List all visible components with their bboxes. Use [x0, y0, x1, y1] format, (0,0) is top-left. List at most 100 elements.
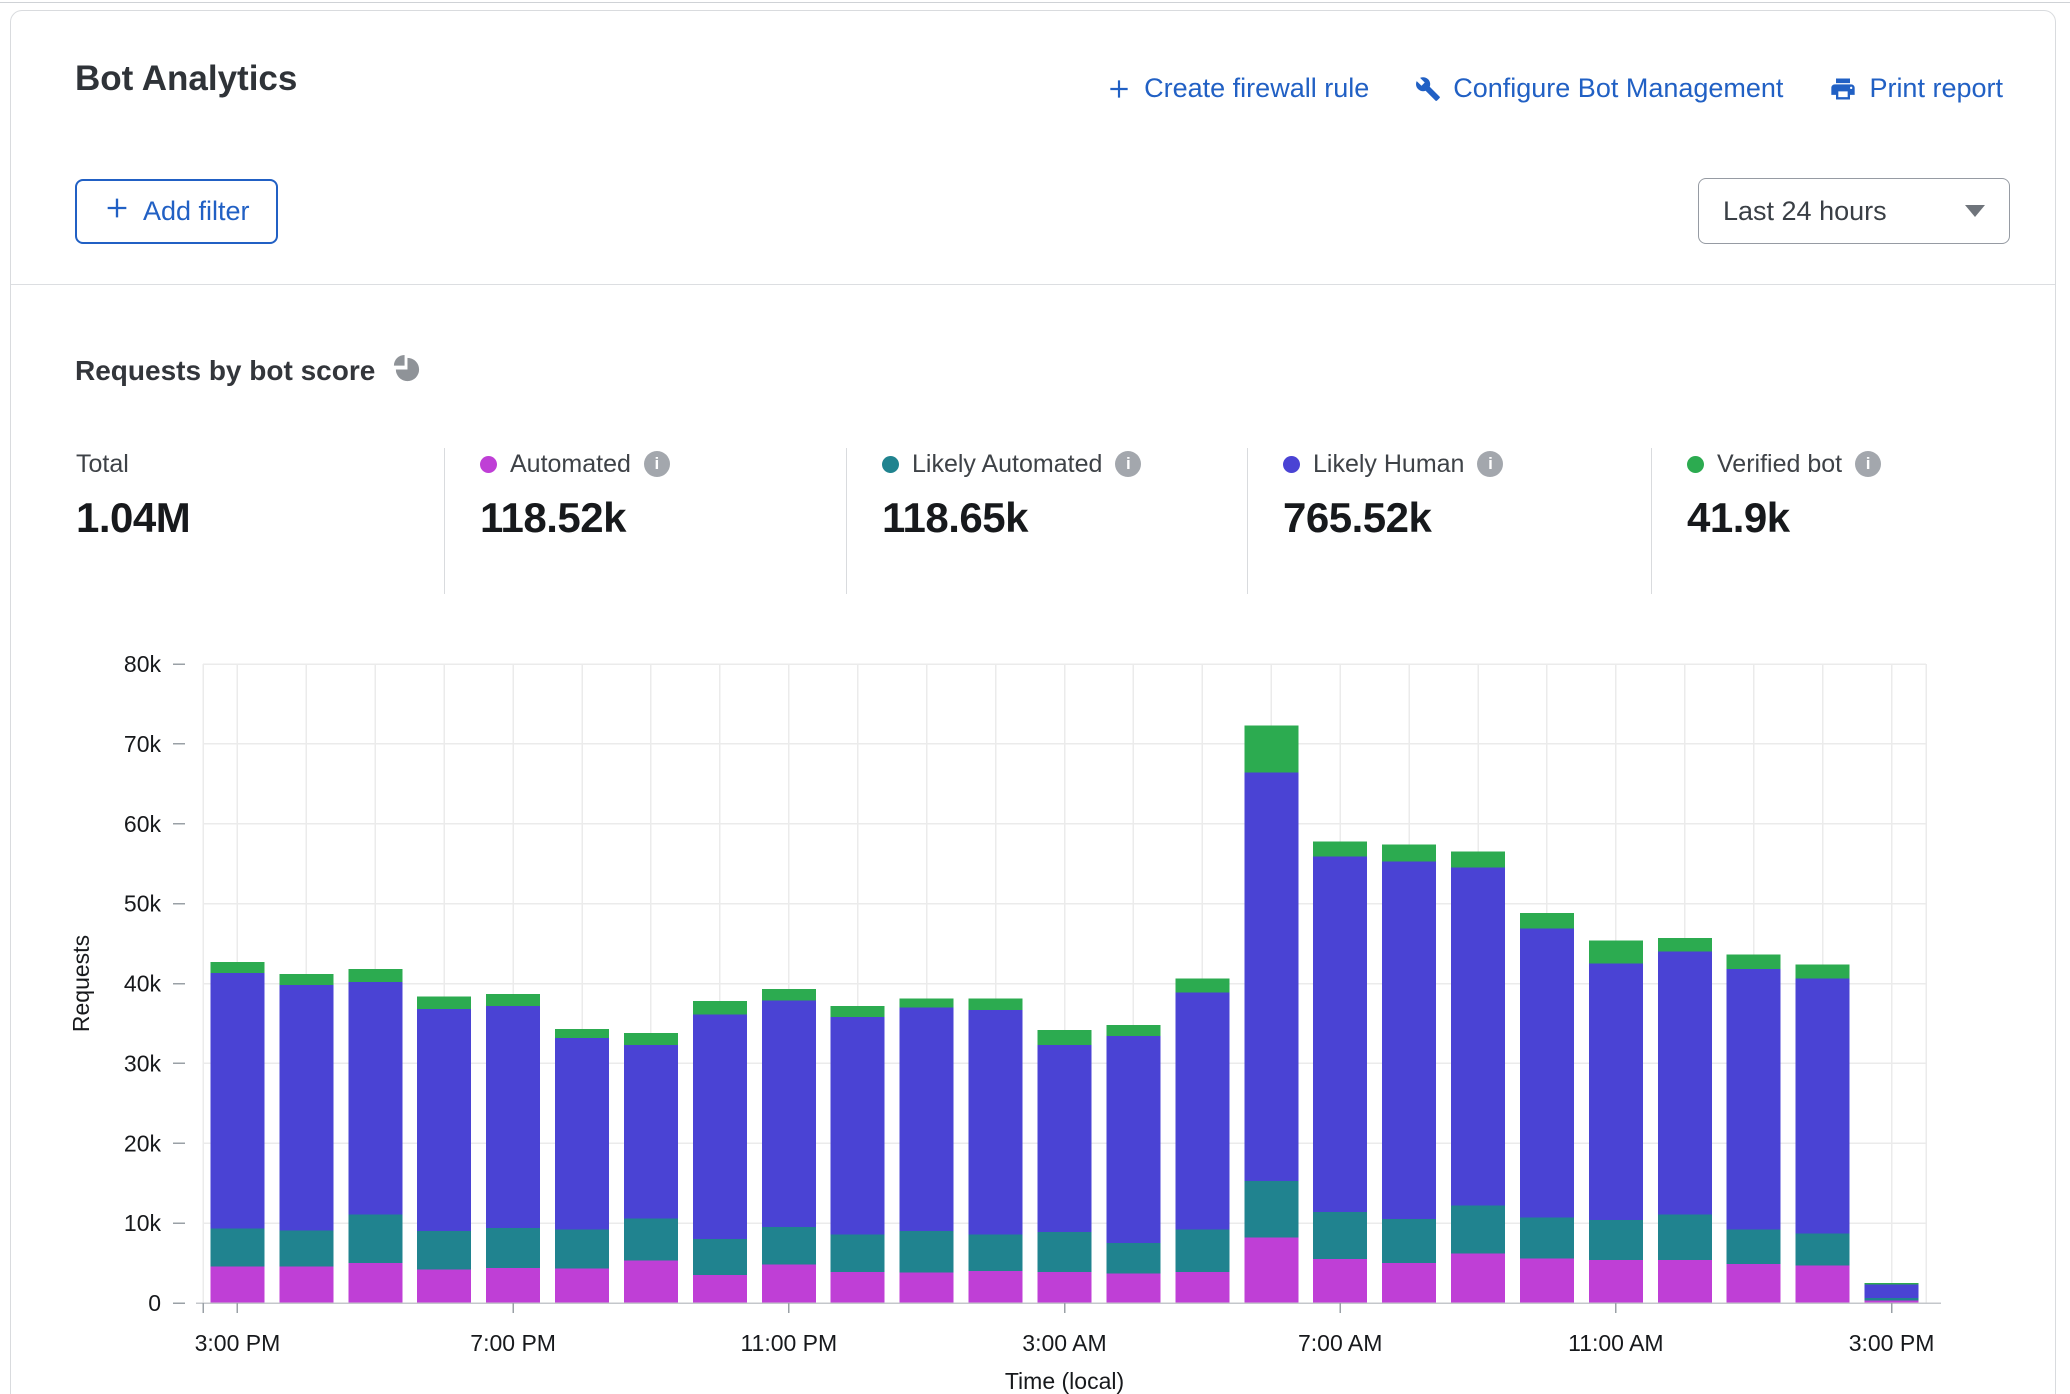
bar-segment-likely-human[interactable] [1106, 1036, 1160, 1243]
bar-segment-likely-automated[interactable] [1038, 1232, 1092, 1272]
bar-segment-likely-automated[interactable] [486, 1228, 540, 1268]
bar-segment-verified-bot[interactable] [1796, 964, 1850, 978]
info-icon[interactable]: i [1115, 451, 1141, 477]
bar-segment-likely-human[interactable] [210, 973, 264, 1229]
bar-segment-verified-bot[interactable] [900, 999, 954, 1008]
bar-segment-automated[interactable] [555, 1269, 609, 1303]
bar-segment-likely-automated[interactable] [1451, 1206, 1505, 1254]
bar-segment-verified-bot[interactable] [693, 1001, 747, 1015]
bar-segment-verified-bot[interactable] [1244, 726, 1298, 773]
bar-segment-verified-bot[interactable] [1589, 940, 1643, 963]
bar-segment-automated[interactable] [279, 1266, 333, 1303]
print-report-link[interactable]: Print report [1829, 73, 2003, 104]
bar-segment-likely-human[interactable] [486, 1006, 540, 1228]
bar-segment-verified-bot[interactable] [1451, 852, 1505, 868]
bar-segment-verified-bot[interactable] [1727, 955, 1781, 969]
bar-segment-likely-automated[interactable] [1313, 1212, 1367, 1259]
bar-segment-likely-human[interactable] [555, 1038, 609, 1230]
bar-segment-likely-automated[interactable] [900, 1231, 954, 1273]
bar-segment-verified-bot[interactable] [555, 1029, 609, 1038]
time-range-select[interactable]: Last 24 hours [1698, 178, 2010, 244]
bar-segment-likely-automated[interactable] [279, 1230, 333, 1266]
bar-segment-likely-human[interactable] [693, 1015, 747, 1239]
requests-by-bot-score-chart[interactable]: 010k20k30k40k50k60k70k80k3:00 PM7:00 PM1… [11, 631, 2057, 1394]
bar-segment-verified-bot[interactable] [624, 1033, 678, 1045]
bar-segment-automated[interactable] [969, 1271, 1023, 1303]
bar-segment-likely-automated[interactable] [1175, 1230, 1229, 1272]
bar-segment-verified-bot[interactable] [1106, 1025, 1160, 1036]
bar-segment-verified-bot[interactable] [831, 1006, 885, 1017]
info-icon[interactable]: i [1477, 451, 1503, 477]
bar-segment-likely-human[interactable] [624, 1045, 678, 1218]
bar-segment-likely-human[interactable] [1451, 868, 1505, 1206]
bar-segment-automated[interactable] [1313, 1259, 1367, 1303]
bar-segment-likely-human[interactable] [279, 985, 333, 1230]
bar-segment-likely-human[interactable] [1038, 1045, 1092, 1232]
bar-segment-likely-automated[interactable] [969, 1234, 1023, 1271]
bar-segment-verified-bot[interactable] [969, 999, 1023, 1010]
bar-segment-likely-human[interactable] [1865, 1285, 1919, 1299]
bar-segment-likely-automated[interactable] [348, 1214, 402, 1263]
bar-segment-automated[interactable] [1520, 1258, 1574, 1303]
bar-segment-likely-automated[interactable] [624, 1218, 678, 1260]
bar-segment-likely-automated[interactable] [693, 1239, 747, 1275]
bar-segment-likely-human[interactable] [348, 982, 402, 1214]
bar-segment-likely-human[interactable] [1520, 928, 1574, 1217]
bar-segment-likely-human[interactable] [1382, 861, 1436, 1219]
bar-segment-automated[interactable] [1727, 1264, 1781, 1303]
bar-segment-verified-bot[interactable] [210, 962, 264, 973]
bar-segment-automated[interactable] [1106, 1273, 1160, 1303]
bar-segment-likely-human[interactable] [1796, 979, 1850, 1234]
bar-segment-likely-automated[interactable] [210, 1229, 264, 1267]
bar-segment-automated[interactable] [1451, 1253, 1505, 1303]
bar-segment-likely-human[interactable] [969, 1010, 1023, 1234]
bar-segment-likely-automated[interactable] [1382, 1219, 1436, 1263]
bar-segment-likely-human[interactable] [1727, 969, 1781, 1229]
bar-segment-automated[interactable] [1038, 1272, 1092, 1303]
bar-segment-verified-bot[interactable] [1382, 845, 1436, 862]
bar-segment-likely-automated[interactable] [1244, 1181, 1298, 1238]
bar-segment-likely-human[interactable] [1244, 773, 1298, 1181]
bar-segment-likely-automated[interactable] [1589, 1220, 1643, 1260]
bar-segment-likely-automated[interactable] [1106, 1243, 1160, 1273]
bar-segment-verified-bot[interactable] [1313, 841, 1367, 856]
bar-segment-automated[interactable] [1175, 1272, 1229, 1303]
add-filter-button[interactable]: Add filter [75, 179, 278, 244]
create-firewall-rule-link[interactable]: Create firewall rule [1106, 73, 1369, 104]
bar-segment-automated[interactable] [1589, 1260, 1643, 1303]
bar-segment-verified-bot[interactable] [417, 996, 471, 1009]
bar-segment-verified-bot[interactable] [486, 994, 540, 1006]
bar-segment-automated[interactable] [900, 1273, 954, 1303]
bar-segment-likely-human[interactable] [1658, 952, 1712, 1215]
bar-segment-automated[interactable] [1244, 1238, 1298, 1303]
bar-segment-verified-bot[interactable] [279, 974, 333, 985]
bar-segment-verified-bot[interactable] [1038, 1030, 1092, 1045]
bar-segment-automated[interactable] [417, 1269, 471, 1303]
info-icon[interactable]: i [644, 451, 670, 477]
bar-segment-verified-bot[interactable] [762, 989, 816, 1000]
bar-segment-automated[interactable] [1382, 1263, 1436, 1303]
bar-segment-verified-bot[interactable] [1520, 913, 1574, 928]
bar-segment-likely-automated[interactable] [762, 1227, 816, 1265]
bar-segment-automated[interactable] [762, 1265, 816, 1303]
bar-segment-verified-bot[interactable] [1865, 1283, 1919, 1285]
bar-segment-likely-human[interactable] [762, 1000, 816, 1227]
bar-segment-likely-human[interactable] [1313, 856, 1367, 1211]
bar-segment-likely-human[interactable] [417, 1009, 471, 1231]
bar-segment-likely-human[interactable] [831, 1017, 885, 1234]
bar-segment-automated[interactable] [348, 1263, 402, 1303]
bar-segment-automated[interactable] [831, 1272, 885, 1303]
bar-segment-likely-automated[interactable] [1520, 1218, 1574, 1259]
bar-segment-likely-automated[interactable] [555, 1230, 609, 1269]
configure-bot-management-link[interactable]: Configure Bot Management [1415, 73, 1783, 104]
bar-segment-likely-human[interactable] [900, 1007, 954, 1231]
bar-segment-automated[interactable] [693, 1275, 747, 1303]
bar-segment-automated[interactable] [624, 1261, 678, 1303]
bar-segment-verified-bot[interactable] [348, 969, 402, 982]
bar-segment-automated[interactable] [486, 1268, 540, 1303]
bar-segment-likely-automated[interactable] [417, 1231, 471, 1269]
bar-segment-likely-human[interactable] [1589, 964, 1643, 1220]
bar-segment-likely-human[interactable] [1175, 992, 1229, 1229]
bar-segment-likely-automated[interactable] [831, 1234, 885, 1272]
bar-segment-likely-automated[interactable] [1727, 1230, 1781, 1264]
